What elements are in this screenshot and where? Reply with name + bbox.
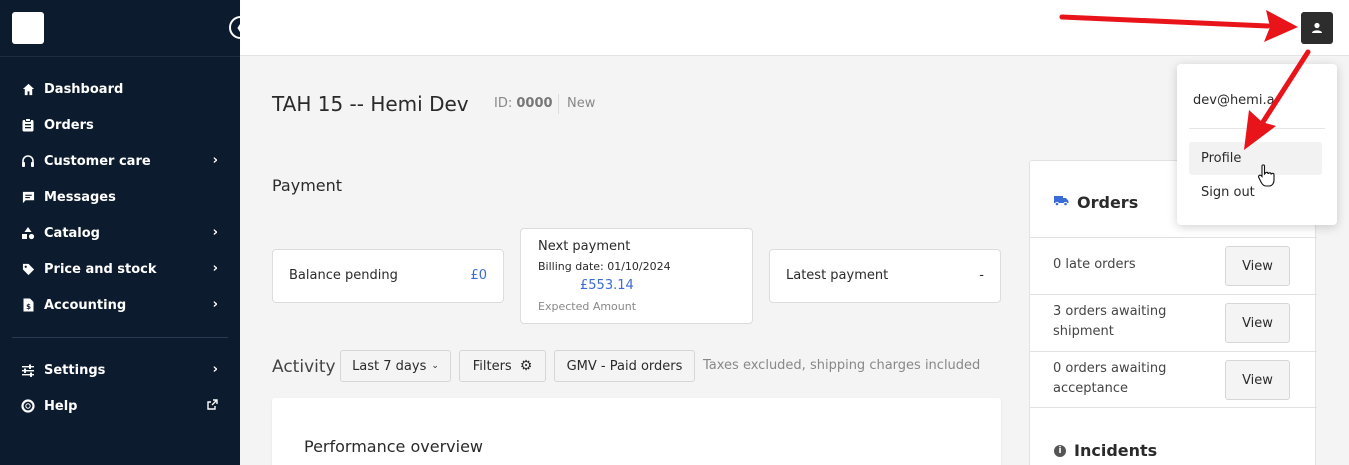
- sidebar-item-messages[interactable]: Messages: [0, 179, 240, 215]
- shapes-icon: [20, 225, 36, 241]
- view-label: View: [1242, 315, 1273, 331]
- sidebar: ❮ Dashboard Orders Customer care ›: [0, 0, 252, 465]
- sidebar-item-label: Dashboard: [44, 81, 124, 97]
- invoice-icon: $: [20, 297, 36, 313]
- performance-card: Performance overview: [272, 398, 1001, 465]
- balance-pending-value[interactable]: £0: [470, 268, 487, 283]
- sidebar-item-label: Price and stock: [44, 261, 157, 277]
- next-payment-amount[interactable]: £553.14: [580, 278, 634, 293]
- payment-title: Payment: [272, 176, 343, 195]
- gear-icon: ⚙: [519, 358, 533, 374]
- sidebar-item-customer-care[interactable]: Customer care ›: [0, 143, 240, 179]
- chevron-right-icon: ›: [212, 362, 218, 377]
- page-title: TAH 15 -- Hemi Dev: [272, 92, 469, 116]
- top-header: [240, 0, 1349, 56]
- info-icon: i: [1054, 444, 1066, 457]
- view-label: View: [1242, 258, 1273, 274]
- sign-out-menu-item[interactable]: Sign out: [1201, 185, 1255, 200]
- chevron-down-icon: ⌄: [431, 361, 439, 371]
- order-id-label: ID:: [494, 96, 513, 111]
- orders-title-text: Orders: [1077, 193, 1139, 212]
- latest-payment-value: -: [979, 268, 984, 283]
- incidents-title-text: Incidents: [1074, 441, 1158, 460]
- sidebar-item-catalog[interactable]: Catalog ›: [0, 215, 240, 251]
- sidebar-item-label: Orders: [44, 117, 94, 133]
- lifebuoy-icon: [20, 398, 36, 414]
- sidebar-item-dashboard[interactable]: Dashboard: [0, 71, 240, 107]
- truck-icon: [1054, 195, 1069, 210]
- period-select[interactable]: Last 7 days ⌄: [340, 350, 451, 382]
- sidebar-item-label: Customer care: [44, 153, 151, 169]
- sidebar-item-label: Accounting: [44, 297, 127, 313]
- sidebar-item-settings[interactable]: Settings ›: [0, 352, 240, 388]
- balance-pending-card: Balance pending £0: [272, 249, 504, 303]
- view-late-orders-button[interactable]: View: [1225, 246, 1290, 286]
- chevron-right-icon: ›: [212, 297, 218, 312]
- app-logo[interactable]: [12, 12, 44, 44]
- latest-payment-card: Latest payment -: [769, 249, 1001, 303]
- sidebar-item-price-and-stock[interactable]: Price and stock ›: [0, 251, 240, 287]
- svg-text:$: $: [26, 303, 31, 311]
- activity-title: Activity: [272, 357, 336, 377]
- sidebar-item-label: Messages: [44, 189, 116, 205]
- chevron-right-icon: ›: [212, 153, 218, 168]
- profile-menu-item[interactable]: Profile: [1189, 142, 1322, 175]
- order-id-value: 0000: [516, 96, 553, 111]
- sidebar-item-accounting[interactable]: $ Accounting ›: [0, 287, 240, 323]
- list-item: 0 orders awaiting acceptance View: [1030, 351, 1317, 408]
- divider: [12, 337, 228, 338]
- user-menu-button[interactable]: [1301, 12, 1333, 44]
- message-icon: [20, 189, 36, 205]
- sidebar-nav: Dashboard Orders Customer care › Message…: [0, 71, 240, 323]
- user-email: dev@hemi.a: [1193, 93, 1275, 108]
- expected-amount-label: Expected Amount: [538, 300, 637, 313]
- view-label: View: [1242, 372, 1273, 388]
- profile-label: Profile: [1201, 151, 1242, 166]
- headset-icon: [20, 153, 36, 169]
- sidebar-item-label: Catalog: [44, 225, 100, 241]
- order-id: ID: 0000: [494, 96, 553, 111]
- user-icon: [1311, 19, 1323, 38]
- sidebar-item-help[interactable]: Help: [0, 388, 240, 424]
- sidebar-item-orders[interactable]: Orders: [0, 107, 240, 143]
- order-row-text: 0 orders awaiting acceptance: [1053, 361, 1167, 396]
- clipboard-icon: [20, 117, 36, 133]
- sliders-icon: [20, 362, 36, 378]
- billing-date: Billing date: 01/10/2024: [538, 260, 671, 273]
- list-item: 0 late orders View: [1030, 237, 1317, 294]
- user-menu-dropdown: dev@hemi.a Profile Sign out: [1177, 64, 1337, 225]
- home-icon: [20, 81, 36, 97]
- performance-title: Performance overview: [304, 437, 483, 456]
- divider: [558, 94, 559, 114]
- period-label: Last 7 days: [352, 358, 427, 374]
- list-item: 3 orders awaiting shipment View: [1030, 294, 1317, 351]
- order-row-text: 0 late orders: [1053, 257, 1136, 272]
- activity-note: Taxes excluded, shipping charges include…: [703, 358, 981, 373]
- sidebar-item-label: Settings: [44, 362, 106, 378]
- sidebar-item-label: Help: [44, 398, 78, 414]
- external-link-icon: [207, 399, 218, 414]
- filters-button[interactable]: Filters ⚙: [459, 350, 546, 382]
- metric-select[interactable]: GMV - Paid orders: [554, 350, 695, 382]
- sidebar-nav-bottom: Settings › Help: [0, 352, 240, 424]
- metric-label: GMV - Paid orders: [566, 358, 683, 374]
- tag-icon: [20, 261, 36, 277]
- next-payment-card: Next payment Billing date: 01/10/2024 £5…: [520, 228, 753, 324]
- latest-payment-label: Latest payment: [786, 268, 889, 283]
- filters-label: Filters: [472, 358, 512, 374]
- status-badge: New: [567, 96, 596, 111]
- chevron-right-icon: ›: [212, 225, 218, 240]
- divider: [1189, 128, 1325, 129]
- divider: [0, 56, 240, 57]
- order-row-text: 3 orders awaiting shipment: [1053, 304, 1167, 339]
- balance-pending-label: Balance pending: [289, 268, 398, 283]
- incidents-title: i Incidents: [1054, 441, 1157, 460]
- orders-panel-title: Orders: [1054, 193, 1138, 212]
- view-awaiting-shipment-button[interactable]: View: [1225, 303, 1290, 343]
- chevron-right-icon: ›: [212, 261, 218, 276]
- next-payment-label: Next payment: [538, 239, 631, 254]
- view-awaiting-acceptance-button[interactable]: View: [1225, 360, 1290, 400]
